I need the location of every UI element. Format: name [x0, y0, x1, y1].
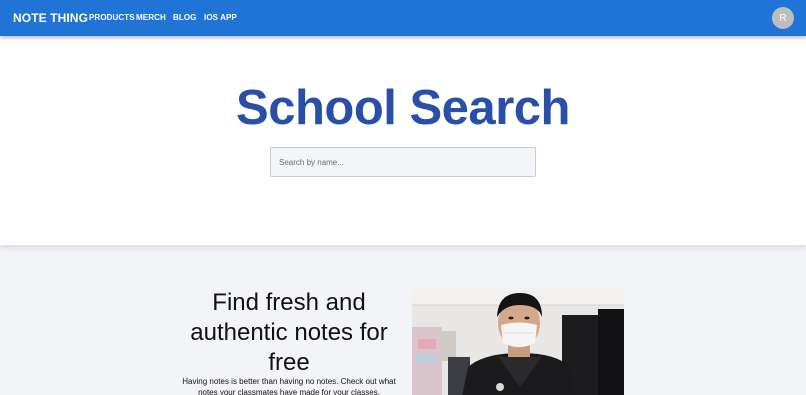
top-navbar: NOTE THING PRODUCTS MERCH BLOG IOS APP R: [0, 0, 806, 36]
school-search-input[interactable]: [270, 147, 536, 177]
page-title: School Search: [236, 81, 570, 135]
feature-description: Having notes is better than having no no…: [182, 377, 396, 395]
feature-section: Find fresh and authentic notes for free …: [0, 245, 806, 395]
nav-link-blog[interactable]: BLOG: [173, 13, 197, 22]
brand-logo-link[interactable]: NOTE THING: [13, 11, 88, 25]
feature-heading: Find fresh and authentic notes for free: [190, 289, 388, 376]
nav-link-merch[interactable]: MERCH: [136, 13, 166, 22]
avatar-initial: R: [779, 12, 787, 24]
nav-link-products[interactable]: PRODUCTS: [89, 13, 135, 22]
student-photo-illustration: [412, 287, 624, 395]
user-avatar-button[interactable]: R: [772, 7, 794, 29]
hero-section: School Search: [0, 36, 806, 245]
nav-link-ios-app[interactable]: IOS APP: [204, 13, 237, 22]
student-photo: [412, 287, 624, 395]
